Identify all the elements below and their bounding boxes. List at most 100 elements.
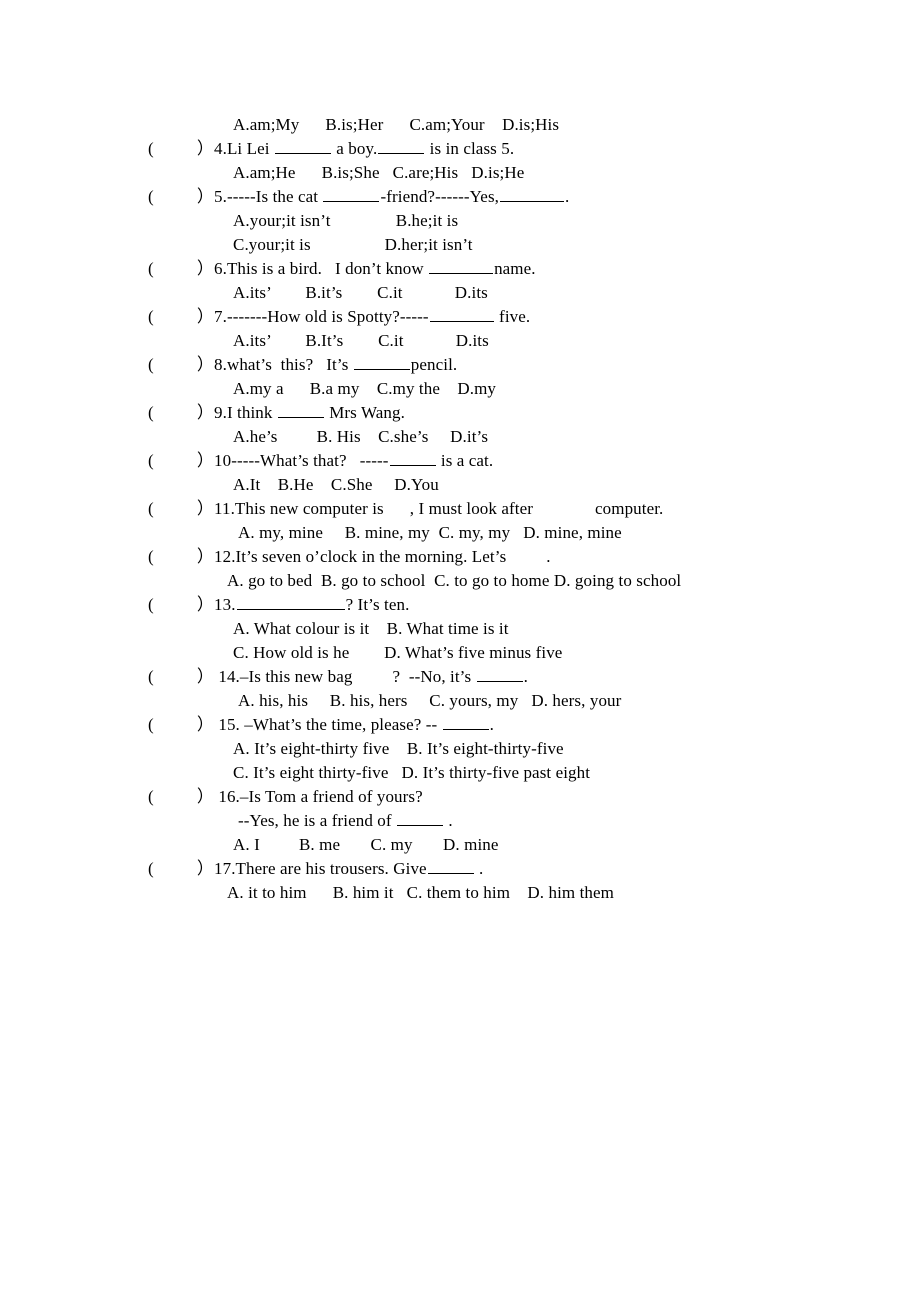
answer-bracket-11[interactable]: (） [148,497,214,521]
options-text-5a: A.your;it isn’t B.he;it is [233,211,459,230]
options-text-12: A. go to bed B. go to school C. to go to… [227,571,682,590]
options-row-6: A.its’ B.it’s C.it D.its [0,281,920,305]
paren-open-icon: ( [148,595,154,614]
answer-blank-17[interactable] [427,859,474,874]
question-row-14: (） 14.–Is this new bag? --No, it’s . [0,665,920,689]
answer-bracket-14[interactable]: (） [148,665,214,689]
answer-bracket-17[interactable]: (） [148,857,214,881]
answer-blank-5a[interactable] [323,187,380,202]
stem-text-8a: 8.what’s this? It’s [214,355,353,374]
options-text-13b: C. How old is he D. What’s five minus fi… [233,643,563,662]
stem-text-16: 16.–Is Tom a friend of yours? [218,787,423,806]
answer-blank-13[interactable] [236,595,345,610]
answer-bracket-5[interactable]: (） [148,185,214,209]
answer-bracket-15[interactable]: (） [148,713,214,737]
stem-text-6b: name. [494,259,536,278]
stem-text-11a: 11.This new computer is [214,499,384,518]
stem-text-9a: 9.I think [214,403,277,422]
question-continuation-16: --Yes, he is a friend of . [0,809,920,833]
paren-open-icon: ( [148,859,154,878]
answer-bracket-9[interactable]: (） [148,401,214,425]
paren-close-icon: ） [196,403,214,422]
answer-blank-4b[interactable] [378,139,425,154]
answer-bracket-4[interactable]: (） [148,137,214,161]
stem-text-5b: -friend?------Yes, [380,187,500,206]
options-row-16: A. I B. me C. my D. mine [0,833,920,857]
answer-bracket-13[interactable]: (） [148,593,214,617]
answer-bracket-16[interactable]: (） [148,785,214,809]
stem-text-5a: 5.-----Is the cat [214,187,323,206]
stem-text-17a: 17.There are his trousers. Give [214,859,427,878]
options-text-15a: A. It’s eight-thirty five B. It’s eight-… [233,739,564,758]
stem-text-7a: 7.-------How old is Spotty?----- [214,307,429,326]
answer-bracket-6[interactable]: (） [148,257,214,281]
paren-open-icon: ( [148,259,154,278]
stem-text-15b: . [489,715,494,734]
options-row-10: A.It B.He C.She D.You [0,473,920,497]
question-row-17: (） 17.There are his trousers. Give . [0,857,920,881]
options-text-16: A. I B. me C. my D. mine [233,835,499,854]
stem-text-4c: is in class 5. [425,139,515,158]
answer-blank-14[interactable] [476,667,523,682]
question-row-6: (） 6.This is a bird. I don’t know name. [0,257,920,281]
paren-close-icon: ） [196,187,214,206]
stem-text-7b: five. [494,307,531,326]
options-row-15b: C. It’s eight thirty-five D. It’s thirty… [0,761,920,785]
paren-open-icon: ( [148,499,154,518]
paren-open-icon: ( [148,355,154,374]
question-row-8: (） 8.what’s this? It’s pencil. [0,353,920,377]
options-row-14: A. his, his B. his, hers C. yours, my D.… [0,689,920,713]
answer-bracket-8[interactable]: (） [148,353,214,377]
paren-close-icon: ） [196,307,214,326]
question-stem-12: 12.It’s seven o’clock in the morning. Le… [214,545,551,569]
stem-text-8b: pencil. [410,355,458,374]
stem-text-5c: . [565,187,570,206]
paren-close-icon: ） [196,139,214,158]
answer-bracket-10[interactable]: (） [148,449,214,473]
paren-close-icon: ） [196,355,214,374]
continuation-text-16a: --Yes, he is a friend of [238,811,396,830]
question-row-13: (） 13.? It’s ten. [0,593,920,617]
answer-bracket-12[interactable]: (） [148,545,214,569]
question-row-5: (） 5.-----Is the cat -friend?------Yes,. [0,185,920,209]
orphan-options-text: A.am;My B.is;Her C.am;Your D.is;His [233,115,560,134]
options-row-4: A.am;He B.is;She C.are;His D.is;He [0,161,920,185]
answer-blank-7[interactable] [429,307,494,322]
answer-bracket-7[interactable]: (） [148,305,214,329]
paren-open-icon: ( [148,307,154,326]
question-stem-4: 4.Li Lei a boy. is in class 5. [214,137,514,161]
paren-close-icon: ） [196,499,214,518]
stem-text-6a: 6.This is a bird. I don’t know [214,259,429,278]
answer-blank-9[interactable] [277,403,324,418]
question-stem-11: 11.This new computer is , I must look aft… [214,497,663,521]
answer-blank-10[interactable] [389,451,436,466]
stem-text-10b: is a cat. [436,451,494,470]
options-row-9: A.he’s B. His C.she’s D.it’s [0,425,920,449]
stem-text-9b: Mrs Wang. [324,403,405,422]
answer-blank-5b[interactable] [500,187,565,202]
question-stem-6: 6.This is a bird. I don’t know name. [214,257,536,281]
question-stem-9: 9.I think Mrs Wang. [214,401,405,425]
paren-open-icon: ( [148,715,154,734]
answer-blank-8[interactable] [353,355,410,370]
question-stem-15: 15. –What’s the time, please? -- . [214,713,494,737]
options-row-5a: A.your;it isn’t B.he;it is [0,209,920,233]
paren-open-icon: ( [148,787,154,806]
answer-blank-6[interactable] [429,259,494,274]
paren-open-icon: ( [148,667,154,686]
options-row-5b: C.your;it is D.her;it isn’t [0,233,920,257]
paren-open-icon: ( [148,139,154,158]
question-stem-5: 5.-----Is the cat -friend?------Yes,. [214,185,569,209]
question-stem-14: 14.–Is this new bag ? --No, it’s . [214,665,528,689]
stem-text-4b: a boy. [331,139,378,158]
options-text-13a: A. What colour is it B. What time is it [233,619,509,638]
answer-blank-4a[interactable] [274,139,331,154]
paren-open-icon: ( [148,451,154,470]
question-row-9: (） 9.I think Mrs Wang. [0,401,920,425]
answer-blank-15[interactable] [442,715,489,730]
paren-close-icon: ） [196,787,214,806]
options-row-7: A.its’ B.It’s C.it D.its [0,329,920,353]
options-row-12: A. go to bed B. go to school C. to go to… [0,569,920,593]
question-row-10: (） 10-----What’s that? ----- is a cat. [0,449,920,473]
answer-blank-16[interactable] [397,811,443,826]
